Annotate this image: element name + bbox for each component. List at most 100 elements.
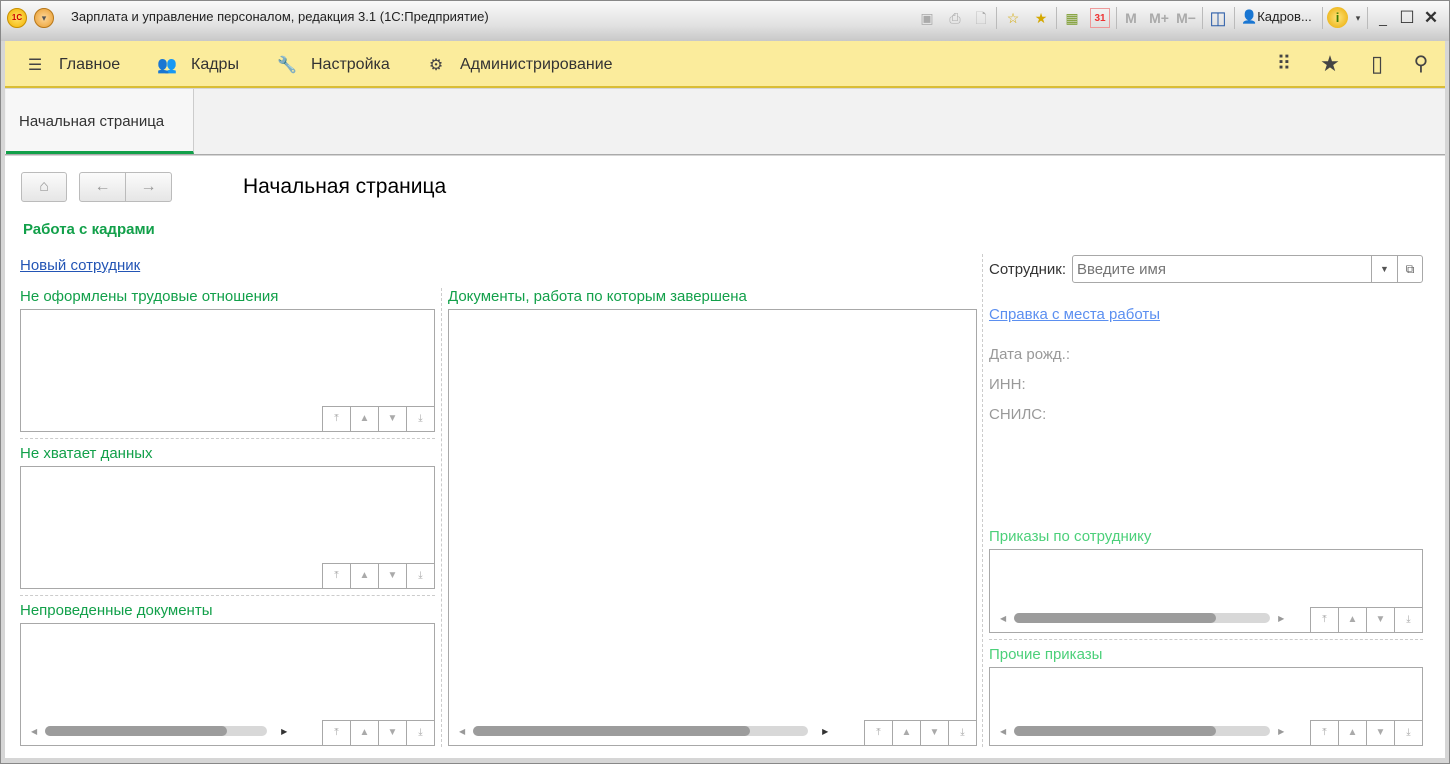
print-icon[interactable]: ⎙ (945, 8, 965, 28)
scroll-thumb[interactable] (45, 726, 228, 736)
scroll-right-icon[interactable]: ▶ (1278, 727, 1284, 736)
move-down-icon[interactable]: ▼ (920, 720, 949, 746)
move-last-icon[interactable]: ⤓ (406, 563, 435, 589)
other-orders-list[interactable]: ◀ ▶ ⤒ ▲ ▼ ⤓ (989, 667, 1423, 746)
move-first-icon[interactable]: ⤒ (1310, 607, 1339, 633)
list-nav-buttons: ⤒ ▲ ▼ ⤓ (1310, 720, 1423, 746)
move-first-icon[interactable]: ⤒ (1310, 720, 1339, 746)
move-up-icon[interactable]: ▲ (892, 720, 921, 746)
add-favorite-icon[interactable]: ☆ (1003, 8, 1023, 28)
move-up-icon[interactable]: ▲ (350, 720, 379, 746)
memory-plus-button[interactable]: M+ (1147, 8, 1171, 28)
divider (989, 639, 1423, 640)
app-window: 1С ▾ Зарплата и управление персоналом, р… (0, 0, 1450, 764)
move-up-icon[interactable]: ▲ (1338, 607, 1367, 633)
scroll-right-icon[interactable]: ▶ (822, 727, 828, 736)
move-up-icon[interactable]: ▲ (350, 563, 379, 589)
scroll-track[interactable] (473, 726, 809, 736)
move-down-icon[interactable]: ▼ (1366, 607, 1395, 633)
maximize-button[interactable]: ☐ (1397, 8, 1417, 28)
scroll-track[interactable] (1014, 726, 1271, 736)
move-down-icon[interactable]: ▼ (1366, 720, 1395, 746)
horizontal-scrollbar[interactable]: ◀ ▶ (1000, 613, 1284, 623)
scroll-left-icon[interactable]: ◀ (1000, 614, 1006, 623)
open-tabs-bar: Начальная страница (5, 89, 1445, 155)
separator (996, 7, 997, 29)
move-first-icon[interactable]: ⤒ (322, 406, 351, 432)
back-button[interactable]: ← (79, 172, 126, 202)
dropdown-icon[interactable]: ▼ (1371, 256, 1397, 282)
preview-icon[interactable]: 🗋 (971, 8, 991, 28)
new-employee-link[interactable]: Новый сотрудник (20, 257, 140, 274)
work-certificate-link[interactable]: Справка с места работы (989, 306, 1160, 323)
home-button[interactable]: ⌂ (21, 172, 67, 202)
forward-button[interactable]: → (125, 172, 172, 202)
panels-icon[interactable]: ◫ (1208, 8, 1228, 28)
scroll-thumb[interactable] (1014, 613, 1217, 623)
unposted-documents-list[interactable]: ◀ ▶ ⤒ ▲ ▼ ⤓ (20, 623, 435, 746)
scroll-thumb[interactable] (473, 726, 751, 736)
move-up-icon[interactable]: ▲ (1338, 720, 1367, 746)
favorites-icon[interactable]: ★ (1031, 8, 1051, 28)
move-first-icon[interactable]: ⤒ (322, 720, 351, 746)
move-last-icon[interactable]: ⤓ (1394, 720, 1423, 746)
info-icon[interactable]: i (1327, 7, 1348, 28)
employee-field[interactable]: ▼ ⧉ (1072, 255, 1423, 283)
app-logo-icon[interactable]: 1С (7, 8, 27, 28)
move-down-icon[interactable]: ▼ (378, 563, 407, 589)
employee-input[interactable] (1073, 256, 1371, 282)
user-icon: 👤 (1241, 9, 1258, 24)
move-down-icon[interactable]: ▼ (378, 720, 407, 746)
memory-minus-button[interactable]: M− (1174, 8, 1198, 28)
favorites-star-icon[interactable]: ★ (1316, 51, 1344, 77)
info-dropdown-icon[interactable]: ▾ (1348, 8, 1368, 28)
list-nav-buttons: ⤒ ▲ ▼ ⤓ (322, 563, 435, 589)
employee-orders-list[interactable]: ◀ ▶ ⤒ ▲ ▼ ⤓ (989, 549, 1423, 633)
horizontal-scrollbar[interactable]: ◀ ▶ (459, 726, 828, 736)
move-first-icon[interactable]: ⤒ (864, 720, 893, 746)
section-title: Работа с кадрами (23, 221, 155, 238)
menu-item-personnel[interactable]: 👥 Кадры (157, 55, 239, 75)
user-button[interactable]: 👤Кадров... (1241, 9, 1312, 25)
menu-item-settings[interactable]: 🔧 Настройка (277, 55, 390, 75)
completed-documents-list[interactable]: ◀ ▶ ⤒ ▲ ▼ ⤓ (448, 309, 977, 746)
tab-home-page[interactable]: Начальная страница (6, 89, 194, 154)
scroll-left-icon[interactable]: ◀ (31, 727, 37, 736)
scroll-track[interactable] (45, 726, 268, 736)
close-button[interactable]: ✕ (1421, 8, 1441, 28)
panel-label: Не хватает данных (20, 445, 153, 462)
main-menu-button[interactable]: ▾ (34, 8, 54, 28)
scroll-right-icon[interactable]: ▶ (281, 727, 287, 736)
gear-icon: ⚙ (428, 57, 444, 74)
menu-item-main[interactable]: ☰ Главное (25, 55, 120, 75)
open-icon[interactable]: ⧉ (1397, 256, 1422, 282)
memory-m-button[interactable]: M (1121, 8, 1141, 28)
scroll-right-icon[interactable]: ▶ (1278, 614, 1284, 623)
separator (1367, 7, 1368, 29)
all-functions-icon[interactable]: ⠿ (1269, 51, 1297, 76)
move-last-icon[interactable]: ⤓ (406, 720, 435, 746)
list-nav-buttons: ⤒ ▲ ▼ ⤓ (1310, 607, 1423, 633)
calendar-icon[interactable]: 31 (1090, 8, 1110, 28)
save-icon[interactable]: ▣ (917, 8, 937, 28)
missing-data-list[interactable]: ⤒ ▲ ▼ ⤓ (20, 466, 435, 589)
scroll-left-icon[interactable]: ◀ (459, 727, 465, 736)
menu-item-administration[interactable]: ⚙ Администрирование (426, 55, 613, 75)
horizontal-scrollbar[interactable]: ◀ ▶ (31, 726, 287, 736)
scroll-thumb[interactable] (1014, 726, 1217, 736)
scroll-left-icon[interactable]: ◀ (1000, 727, 1006, 736)
not-formalized-list[interactable]: ⤒ ▲ ▼ ⤓ (20, 309, 435, 432)
move-down-icon[interactable]: ▼ (378, 406, 407, 432)
move-last-icon[interactable]: ⤓ (1394, 607, 1423, 633)
scroll-track[interactable] (1014, 613, 1271, 623)
search-icon[interactable]: ⚲ (1407, 51, 1435, 76)
minimize-button[interactable]: _ (1373, 8, 1393, 28)
move-up-icon[interactable]: ▲ (350, 406, 379, 432)
move-last-icon[interactable]: ⤓ (406, 406, 435, 432)
calculator-icon[interactable]: ▦ (1062, 8, 1082, 28)
inn-label: ИНН: (989, 376, 1026, 393)
move-last-icon[interactable]: ⤓ (948, 720, 977, 746)
move-first-icon[interactable]: ⤒ (322, 563, 351, 589)
horizontal-scrollbar[interactable]: ◀ ▶ (1000, 726, 1284, 736)
history-icon[interactable]: ▯ (1363, 51, 1391, 77)
